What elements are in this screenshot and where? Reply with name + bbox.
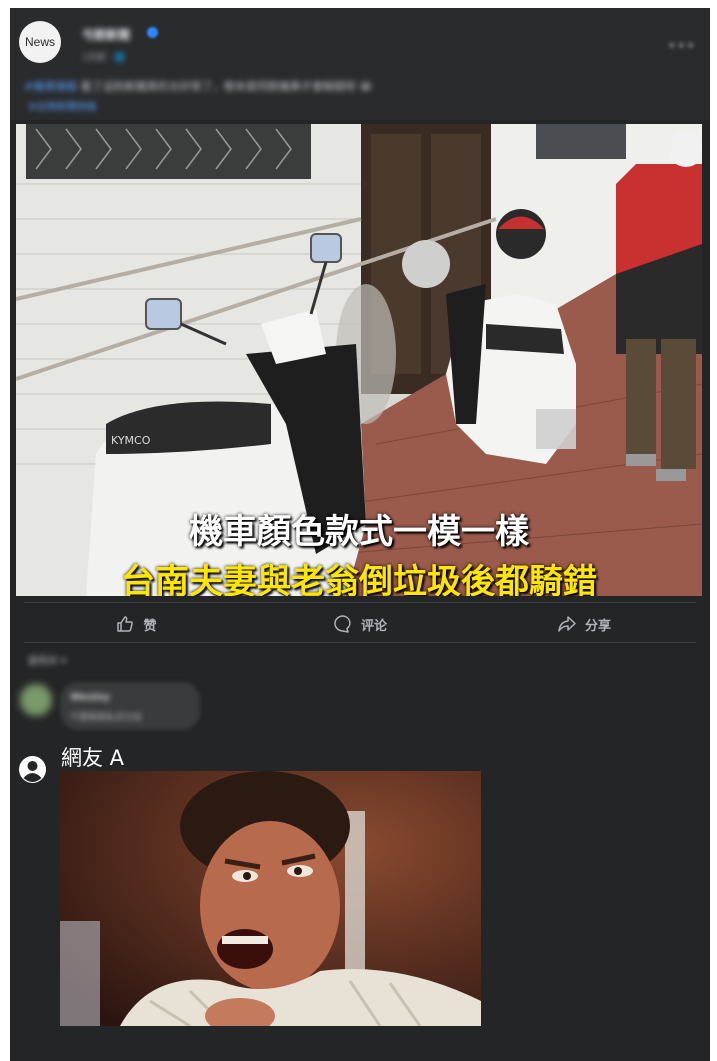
commenter-name[interactable]: Wesley xyxy=(70,692,110,703)
actions-top-divider xyxy=(24,602,696,603)
post-caption: #機車搞錯 看了這則新聞真的太好笑了，根本是同款機車才會騎錯呀 😂 xyxy=(24,78,372,94)
post-timestamp[interactable]: 1天前 · 🌐 xyxy=(82,50,126,63)
overlay-headline: 機車顏色款式一模一樣 xyxy=(189,512,529,552)
comment-text: 不要騎車亂丟垃圾 xyxy=(70,713,143,723)
reply-username[interactable]: 網友 A xyxy=(61,742,124,772)
comment-button[interactable]: 评论 xyxy=(248,606,472,642)
actions-bottom-divider xyxy=(24,642,696,643)
post-header: News 弓箭新聞 1天前 · 🌐 ••• #機車搞錯 看了這則新聞真的太好笑了… xyxy=(10,8,710,120)
user-avatar-icon[interactable] xyxy=(19,756,46,783)
svg-text:KYMCO: KYMCO xyxy=(111,434,151,447)
share-icon xyxy=(558,616,576,632)
comment-sort-dropdown[interactable]: 最相关 ▾ xyxy=(28,652,66,667)
page-name[interactable]: 弓箭新聞 xyxy=(82,26,130,43)
share-button[interactable]: 分享 xyxy=(472,606,696,642)
overlay-subheadline: 台南夫妻與老翁倒垃圾後都騎錯 xyxy=(121,562,597,596)
post-card: News 弓箭新聞 1天前 · 🌐 ••• #機車搞錯 看了這則新聞真的太好笑了… xyxy=(10,8,710,1061)
caption-hashtag[interactable]: #機車搞錯 xyxy=(24,80,77,93)
thumbs-up-icon xyxy=(117,616,134,632)
caption-link[interactable]: #台南新聞快報 xyxy=(28,98,96,113)
post-photo[interactable]: KYMCO 機車顏色款式一模一樣 台南夫妻與老翁倒垃圾後都騎錯 xyxy=(16,124,702,596)
caption-text: 看了這則新聞真的太好笑了，根本是同款機車才會騎錯呀 😂 xyxy=(80,80,373,93)
page-avatar[interactable]: News xyxy=(19,21,61,63)
commenter-avatar[interactable] xyxy=(20,684,52,716)
reply-gif-image[interactable] xyxy=(60,771,481,1026)
more-options-icon[interactable]: ••• xyxy=(667,36,695,55)
like-label: 赞 xyxy=(143,618,157,634)
like-button[interactable]: 赞 xyxy=(24,606,248,642)
angry-man-gif xyxy=(60,771,481,1026)
share-label: 分享 xyxy=(584,618,611,634)
comment-icon xyxy=(334,615,351,633)
verified-badge-icon xyxy=(147,27,158,38)
post-actions: 赞 评论 分享 xyxy=(24,606,696,642)
comment-label: 评论 xyxy=(360,618,387,634)
